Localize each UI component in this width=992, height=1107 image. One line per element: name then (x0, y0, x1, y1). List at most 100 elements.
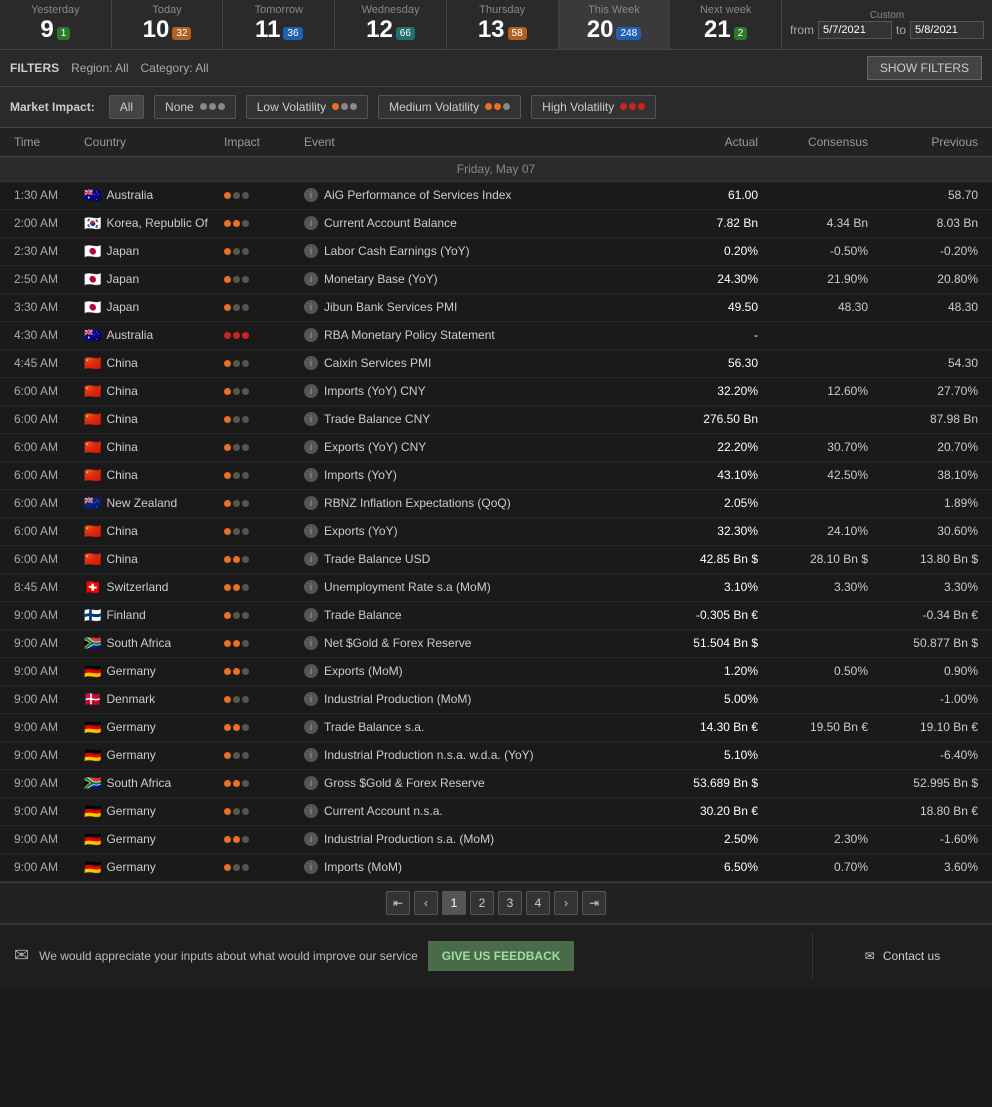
tab-custom[interactable]: Custom from to (782, 0, 992, 49)
country-name: China (106, 552, 137, 566)
cell-previous: 18.80 Bn € (872, 802, 982, 820)
impact-dot (233, 304, 240, 311)
impact-low-button[interactable]: Low Volatility (246, 95, 368, 119)
info-icon[interactable]: i (304, 664, 318, 678)
pagination: ⇤ ‹ 1 2 3 4 › ⇥ (0, 882, 992, 923)
info-icon[interactable]: i (304, 832, 318, 846)
info-icon[interactable]: i (304, 300, 318, 314)
info-icon[interactable]: i (304, 748, 318, 762)
tab-wednesday[interactable]: Wednesday 1266 (335, 0, 447, 49)
tab-this-week[interactable]: This Week 20248 (559, 0, 671, 49)
page-3-button[interactable]: 3 (498, 891, 522, 915)
info-icon[interactable]: i (304, 636, 318, 650)
region-filter[interactable]: Region: All (71, 61, 128, 75)
impact-medium-button[interactable]: Medium Volatility (378, 95, 521, 119)
category-filter[interactable]: Category: All (141, 61, 209, 75)
page-next-button[interactable]: › (554, 891, 578, 915)
page-prev-button[interactable]: ‹ (414, 891, 438, 915)
impact-dot (224, 332, 231, 339)
page-1-button[interactable]: 1 (442, 891, 466, 915)
info-icon[interactable]: i (304, 692, 318, 706)
cell-event: i Trade Balance CNY (300, 410, 652, 428)
info-icon[interactable]: i (304, 384, 318, 398)
page-first-button[interactable]: ⇤ (386, 891, 410, 915)
cell-country: 🇩🇪 Germany (80, 745, 220, 766)
cell-impact (220, 218, 300, 229)
info-icon[interactable]: i (304, 608, 318, 622)
region-label: Region: (71, 61, 112, 75)
th-country: Country (80, 133, 220, 151)
info-icon[interactable]: i (304, 244, 318, 258)
tab-next-week[interactable]: Next week 212 (670, 0, 782, 49)
page-last-button[interactable]: ⇥ (582, 891, 606, 915)
cell-event: i Industrial Production n.s.a. w.d.a. (Y… (300, 746, 652, 764)
cell-actual: 7.82 Bn (652, 214, 762, 232)
impact-high-button[interactable]: High Volatility (531, 95, 656, 119)
info-icon[interactable]: i (304, 412, 318, 426)
info-icon[interactable]: i (304, 552, 318, 566)
impact-dots (224, 808, 296, 815)
table-row: 9:00 AM 🇩🇪 Germany i Industrial Producti… (0, 826, 992, 854)
info-icon[interactable]: i (304, 720, 318, 734)
cell-previous: -0.34 Bn € (872, 606, 982, 624)
cell-previous: 48.30 (872, 298, 982, 316)
feedback-icon: ✉ (14, 945, 29, 966)
tab-yesterday[interactable]: Yesterday 91 (0, 0, 112, 49)
footer-contact[interactable]: ✉ Contact us (812, 933, 992, 979)
info-icon[interactable]: i (304, 580, 318, 594)
impact-dot (224, 388, 231, 395)
tab-next-week-num: 21 (704, 16, 731, 43)
info-icon[interactable]: i (304, 860, 318, 874)
th-event: Event (300, 133, 652, 151)
impact-dot (242, 640, 249, 647)
tab-this-week-badge: 248 (616, 27, 641, 40)
show-filters-button[interactable]: SHOW FILTERS (867, 56, 982, 80)
table-row: 6:00 AM 🇨🇳 China i Exports (YoY) CNY 22.… (0, 434, 992, 462)
info-icon[interactable]: i (304, 776, 318, 790)
cell-actual: 5.10% (652, 746, 762, 764)
dot-2 (341, 103, 348, 110)
page-2-button[interactable]: 2 (470, 891, 494, 915)
info-icon[interactable]: i (304, 272, 318, 286)
cell-actual: 32.20% (652, 382, 762, 400)
impact-dot (242, 220, 249, 227)
impact-dot (224, 248, 231, 255)
info-icon[interactable]: i (304, 356, 318, 370)
cell-time: 8:45 AM (10, 578, 80, 596)
cell-event: i Current Account n.s.a. (300, 802, 652, 820)
market-impact-bar: Market Impact: All None Low Volatility M… (0, 87, 992, 128)
impact-dots (224, 752, 296, 759)
give-feedback-button[interactable]: GIVE US FEEDBACK (428, 941, 575, 971)
impact-dot (242, 864, 249, 871)
info-icon[interactable]: i (304, 524, 318, 538)
cell-time: 9:00 AM (10, 634, 80, 652)
info-icon[interactable]: i (304, 496, 318, 510)
dot-2 (629, 103, 636, 110)
impact-all-button[interactable]: All (109, 95, 144, 119)
cell-actual: -0.305 Bn € (652, 606, 762, 624)
cell-previous: 27.70% (872, 382, 982, 400)
th-previous: Previous (872, 133, 982, 151)
info-icon[interactable]: i (304, 328, 318, 342)
cell-previous: 20.80% (872, 270, 982, 288)
info-icon[interactable]: i (304, 804, 318, 818)
from-date-input[interactable] (818, 21, 892, 39)
country-name: Germany (106, 748, 155, 762)
cell-actual: 5.00% (652, 690, 762, 708)
info-icon[interactable]: i (304, 216, 318, 230)
cell-event: i Trade Balance s.a. (300, 718, 652, 736)
info-icon[interactable]: i (304, 468, 318, 482)
country-name: China (106, 524, 137, 538)
tab-thursday[interactable]: Thursday 1358 (447, 0, 559, 49)
tab-tomorrow[interactable]: Tomorrow 1136 (223, 0, 335, 49)
page-4-button[interactable]: 4 (526, 891, 550, 915)
info-icon[interactable]: i (304, 188, 318, 202)
impact-dot (242, 444, 249, 451)
info-icon[interactable]: i (304, 440, 318, 454)
cell-actual: 53.689 Bn $ (652, 774, 762, 792)
impact-none-dots (200, 103, 225, 110)
impact-none-button[interactable]: None (154, 95, 236, 119)
tab-today[interactable]: Today 1032 (112, 0, 224, 49)
to-date-input[interactable] (910, 21, 984, 39)
footer-left: ✉ We would appreciate your inputs about … (0, 925, 812, 987)
